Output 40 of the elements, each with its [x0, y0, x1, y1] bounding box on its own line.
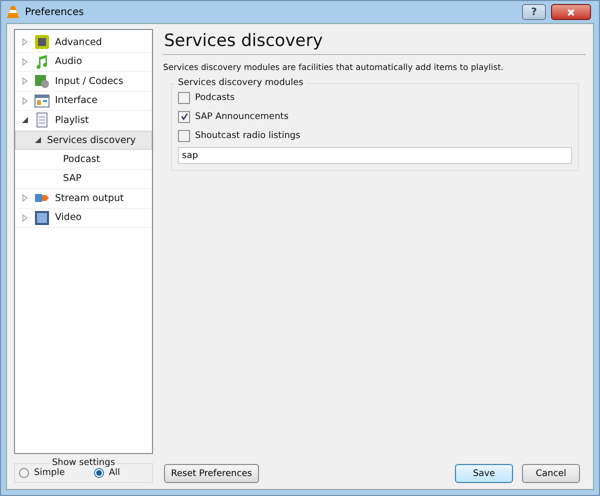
document-icon [34, 112, 50, 128]
cancel-button[interactable]: Cancel [522, 464, 580, 483]
group-title: Show settings [50, 458, 116, 468]
radio-option[interactable]: Simple [19, 468, 65, 478]
collapsed-arrow-icon[interactable] [21, 77, 29, 86]
tree-item[interactable]: SAP [15, 170, 152, 189]
close-button[interactable] [551, 4, 591, 20]
cone-icon [6, 5, 20, 19]
window-title: Preferences [25, 6, 84, 18]
save-button[interactable]: Save [455, 464, 513, 483]
collapsed-arrow-icon[interactable] [21, 58, 29, 66]
collapsed-arrow-icon[interactable] [21, 194, 29, 202]
page-heading: Services discovery [163, 29, 586, 55]
chip-icon [34, 34, 50, 50]
tree-item[interactable]: Advanced [15, 33, 152, 52]
checkbox-option[interactable]: Shoutcast radio listings [178, 126, 572, 145]
description-text: Services discovery modules are facilities that automatically add items to playlist. [163, 62, 505, 72]
tree-item[interactable]: Services discovery [15, 130, 152, 150]
window-icon [34, 92, 50, 109]
expanded-arrow-icon[interactable] [34, 136, 42, 144]
tree-item[interactable]: Stream output [15, 189, 152, 208]
close-icon [566, 8, 576, 16]
tree-item[interactable]: Audio [15, 52, 152, 72]
collapsed-arrow-icon[interactable] [21, 38, 29, 46]
checkbox-option[interactable]: Podcasts [178, 88, 572, 107]
music-note-icon [34, 54, 50, 70]
tree-item[interactable]: Podcast [15, 150, 152, 170]
collapsed-arrow-icon[interactable] [21, 96, 29, 105]
help-button[interactable]: ? [522, 4, 546, 20]
tree-item[interactable]: Input / Codecs [15, 72, 152, 92]
tree-item[interactable]: Interface [15, 92, 152, 111]
group-title: Services discovery modules [177, 78, 304, 88]
checkbox-option[interactable]: SAP Announcements [178, 107, 572, 126]
collapsed-arrow-icon[interactable] [21, 214, 29, 222]
check-icon [180, 112, 188, 121]
tree-item[interactable]: Video [15, 208, 152, 228]
radio-option[interactable]: All [94, 468, 120, 478]
input-field[interactable]: sap [178, 147, 572, 164]
expanded-arrow-icon[interactable] [21, 116, 29, 124]
reset-button[interactable]: Reset Preferences [164, 464, 259, 483]
